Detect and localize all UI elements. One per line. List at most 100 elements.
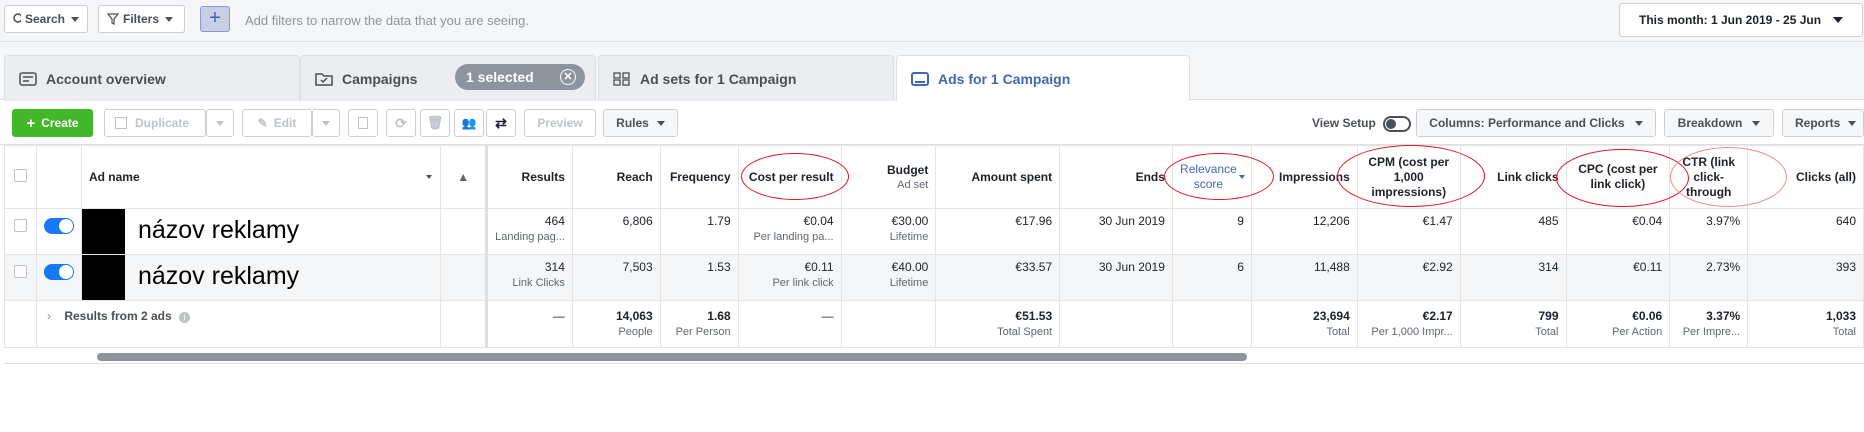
results-value: 464 [544,214,565,228]
total-type: Total [1326,326,1350,338]
header-sublabel: Ad set [897,179,929,191]
duplicate-options-dropdown[interactable] [206,109,234,137]
col-impressions[interactable]: Impressions [1250,145,1358,209]
redacted-thumbnail [82,255,125,300]
date-range-picker[interactable]: This month: 1 Jun 2019 - 25 Jun [1619,3,1863,37]
filters-dropdown[interactable]: Filters [98,5,185,33]
chevron-down-icon [656,120,665,126]
trash-icon: 🗑 [426,115,444,130]
col-ctr[interactable]: CTR (link click-through [1669,145,1749,209]
totals-label-cell[interactable]: › Results from 2 ads i [35,300,442,348]
col-results[interactable]: Results [486,145,573,209]
col-cpm[interactable]: CPM (cost per 1,000 impressions) [1356,145,1461,209]
chevron-down-icon [1634,120,1643,126]
totals-cpr: — [737,300,842,348]
total-type: Total [1832,326,1856,338]
horizontal-scrollbar-thumb[interactable] [97,353,1247,361]
sort-icon[interactable] [426,175,433,179]
ad-on-off-toggle[interactable] [43,264,74,280]
pencil-icon: ✎ [257,116,268,130]
row-toggle-cell [35,254,82,301]
rules-dropdown[interactable]: Rules [603,109,678,137]
row-select-cell [4,208,37,255]
total-type: Total Spent [997,326,1053,338]
row-select-cell [4,254,37,301]
total-value: 1,033 [1825,309,1856,323]
selected-count-badge[interactable]: 1 selected ✕ [455,64,585,90]
col-relevance-score[interactable]: Relevance score [1171,145,1252,209]
row-checkbox[interactable] [13,219,27,232]
tab-ad-sets[interactable]: Ad sets for 1 Campaign [598,55,894,101]
toggle-header [35,145,82,209]
col-budget[interactable]: Budget Ad set [840,145,937,209]
clipboard-icon [358,117,368,129]
tab-ads[interactable]: Ads for 1 Campaign [896,55,1190,102]
tab-account-overview[interactable]: Account overview [4,55,300,101]
create-button[interactable]: + Create [12,109,93,137]
row-checkbox[interactable] [13,265,27,278]
search-icon [13,13,21,23]
ad-name-cell[interactable]: názov reklamy [80,208,442,255]
col-amount-spent[interactable]: Amount spent [935,145,1061,209]
preview-button[interactable]: Preview [524,109,596,137]
impressions-cell: 11,488 [1250,254,1358,301]
clicks-all-cell: 393 [1747,254,1864,301]
ab-test-icon: ⇄ [495,114,507,131]
filter-bar: Search Filters + Add filters to narrow t… [0,0,1864,42]
tab-label: Ads for 1 Campaign [938,71,1071,87]
total-value: 23,694 [1313,309,1350,323]
ad-name[interactable]: názov reklamy [138,262,299,291]
view-setup-switch[interactable] [1383,116,1412,132]
warning-icon: ▲ [457,170,470,184]
impressions-cell: 12,206 [1250,208,1358,255]
clipboard-button[interactable] [348,109,378,137]
col-ends[interactable]: Ends [1059,145,1173,209]
select-all-checkbox[interactable] [13,169,27,182]
col-cpc[interactable]: CPC (cost per link click) [1565,145,1671,209]
col-cost-per-result[interactable]: Cost per result [737,145,842,209]
col-reach[interactable]: Reach [571,145,661,209]
col-frequency[interactable]: Frequency [659,145,739,209]
delete-button[interactable]: 🗑 [420,109,450,137]
columns-dropdown[interactable]: Columns: Performance and Clicks [1416,109,1656,137]
ad-name-cell[interactable]: názov reklamy [80,254,442,301]
total-value: 14,063 [615,309,653,323]
chevron-down-icon [71,16,79,22]
col-link-clicks[interactable]: Link clicks [1459,145,1567,209]
delivery-warning-cell [440,254,489,301]
level-tabs: Account overview Campaigns 1 selected ✕ … [0,42,1864,102]
ends-cell: 30 Jun 2019 [1059,208,1173,255]
add-filter-button[interactable]: + [200,6,230,32]
sort-desc-icon[interactable] [1238,175,1245,179]
search-dropdown[interactable]: Search [4,5,88,33]
frequency-cell: 1.79 [659,208,739,255]
cpc-cell: €0.04 [1565,208,1671,255]
cpc-cell: €0.11 [1565,254,1671,301]
audience-button[interactable]: 👥 [454,109,484,137]
cpm-cell: €2.92 [1356,254,1461,301]
info-icon[interactable]: i [179,312,191,323]
view-setup-toggle[interactable]: View Setup [1312,116,1412,132]
badge-label: 1 selected [466,69,534,85]
table-row[interactable]: názov reklamy 464 Landing pag... 6,806 1.… [4,208,1864,255]
edit-options-dropdown[interactable] [312,109,340,137]
breakdown-dropdown[interactable]: Breakdown [1664,109,1774,137]
results-type: Link Clicks [512,277,565,289]
reach-cell: 6,806 [571,208,661,255]
duplicate-button[interactable]: Duplicate [104,109,206,137]
col-ad-name[interactable]: Ad name [80,145,442,209]
col-clicks-all[interactable]: Clicks (all) [1747,145,1864,209]
refresh-button[interactable]: ⟳ [386,109,416,137]
reports-dropdown[interactable]: Reports [1782,109,1864,137]
cpr-type: Per link click [772,277,834,289]
clear-selection-icon[interactable]: ✕ [560,69,576,85]
ab-test-button[interactable]: ⇄ [486,109,516,137]
ad-name[interactable]: názov reklamy [138,216,299,245]
ad-on-off-toggle[interactable] [43,218,74,234]
total-type: Per Impre... [1682,326,1741,338]
totals-warning-cell [440,300,489,348]
edit-button[interactable]: ✎ Edit [242,109,312,137]
col-delivery-warning[interactable]: ▲ [440,145,489,209]
table-row[interactable]: názov reklamy 314 Link Clicks 7,503 1.53 … [4,254,1864,301]
expand-chevron-icon[interactable]: › [47,309,51,323]
